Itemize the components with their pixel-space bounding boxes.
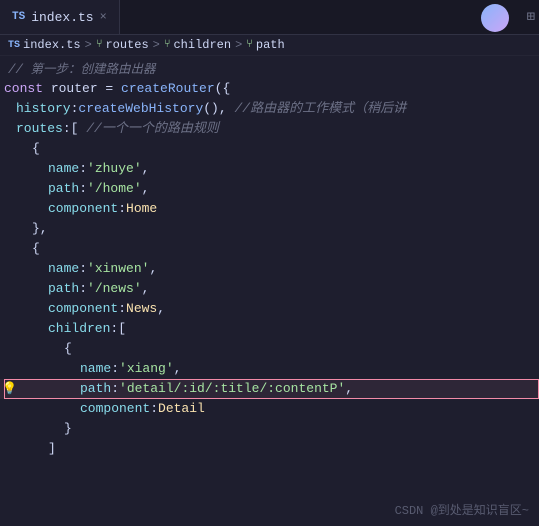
breadcrumb-sep-3: > [235,38,242,52]
watermark-text: CSDN @到处是知识盲区~ [395,504,529,518]
active-tab[interactable]: TS index.ts × [0,0,120,34]
code-line-10: name:'xinwen', [0,259,539,279]
line-content-6: path:'/home', [0,179,539,199]
comment-header-line: // 第一步：创建路由出器 [0,56,539,79]
code-line-12: component:News, [0,299,539,319]
line-content-12: component:News, [0,299,539,319]
breadcrumb-sep-2: > [153,38,160,52]
code-line-16-highlighted: 💡 path:'detail/:id/:title/:contentP', [0,379,539,399]
breadcrumb-path[interactable]: ⑂ path [246,38,284,52]
code-line-3: routes:[ //一个一个的路由规则 [0,119,539,139]
code-line-15: name:'xiang', [0,359,539,379]
breadcrumb-path-label: path [256,38,285,52]
code-line-17: component:Detail [0,399,539,419]
watermark: CSDN @到处是知识盲区~ [395,501,529,518]
line-content-19: ] [0,439,539,459]
code-line-13: children:[ [0,319,539,339]
code-line-18: } [0,419,539,439]
breadcrumb-routes[interactable]: ⑂ routes [96,38,149,52]
code-line-9: { [0,239,539,259]
line-content-18: } [0,419,539,439]
breadcrumb-routes-label: routes [105,38,148,52]
code-line-2: history:createWebHistory(), //路由器的工作模式（稍… [0,99,539,119]
comment-header-text: // 第一步：创建路由出器 [8,63,156,77]
code-line-14: { [0,339,539,359]
code-line-4: { [0,139,539,159]
line-content-17: component:Detail [0,399,539,419]
code-editor[interactable]: const router = createRouter({ history:cr… [0,79,539,459]
line-content-9: { [0,239,539,259]
code-line-1: const router = createRouter({ [0,79,539,99]
code-line-6: path:'/home', [0,179,539,199]
breadcrumb-children[interactable]: ⑂ children [164,38,231,52]
line-content-16: path:'detail/:id/:title/:contentP', [0,379,539,399]
line-content-8: }, [0,219,539,239]
breadcrumb: TS index.ts > ⑂ routes > ⑂ children > ⑂ … [0,35,539,56]
line-content-2: history:createWebHistory(), //路由器的工作模式（稍… [0,99,539,119]
path-icon: ⑂ [246,39,253,51]
user-avatar [481,4,509,32]
split-editor-icon[interactable]: ⊞ [527,9,535,26]
breadcrumb-file[interactable]: TS index.ts [8,38,81,52]
line-content-14: { [0,339,539,359]
children-icon: ⑂ [164,39,171,51]
breadcrumb-children-label: children [173,38,231,52]
line-content-13: children:[ [0,319,539,339]
line-content-11: path:'/news', [0,279,539,299]
routes-icon: ⑂ [96,39,103,51]
code-line-7: component:Home [0,199,539,219]
line-content-7: component:Home [0,199,539,219]
close-tab-button[interactable]: × [100,10,107,24]
code-line-11: path:'/news', [0,279,539,299]
lightbulb-icon: 💡 [2,381,17,396]
tab-bar: TS index.ts × ⊞ [0,0,539,35]
tab-filename: index.ts [31,10,93,25]
breadcrumb-sep-1: > [85,38,92,52]
line-content-15: name:'xiang', [0,359,539,379]
ts-breadcrumb-icon: TS [8,40,20,51]
breadcrumb-filename: index.ts [23,38,81,52]
line-content-4: { [0,139,539,159]
line-content-10: name:'xinwen', [0,259,539,279]
code-line-5: name:'zhuye', [0,159,539,179]
code-line-19: ] [0,439,539,459]
line-content-3: routes:[ //一个一个的路由规则 [0,119,539,139]
line-content-5: name:'zhuye', [0,159,539,179]
code-line-8: }, [0,219,539,239]
ts-file-icon: TS [12,11,25,23]
line-content-1: const router = createRouter({ [0,79,539,99]
